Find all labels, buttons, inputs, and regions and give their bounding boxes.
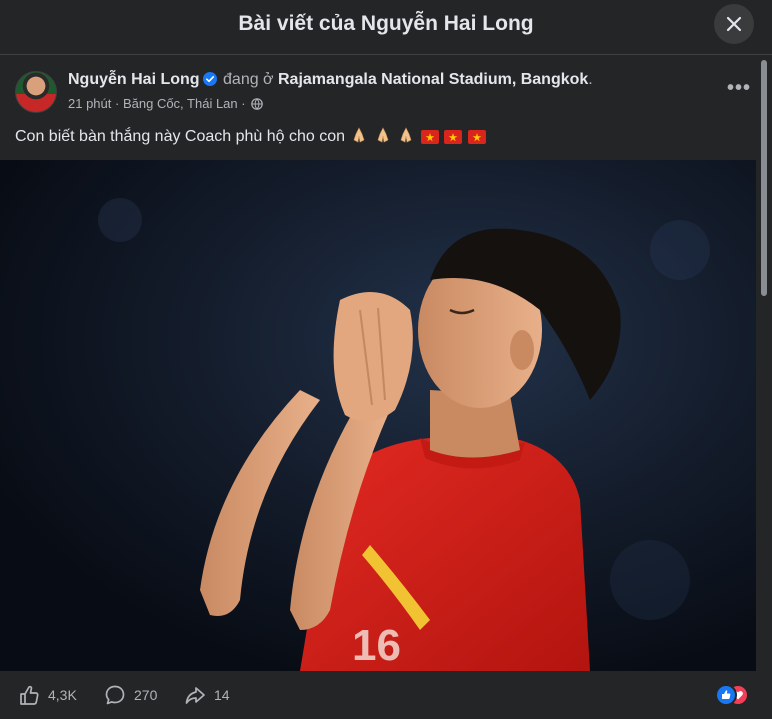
thumbs-up-icon: [20, 685, 39, 705]
close-icon: [726, 16, 742, 32]
comment-icon: [105, 685, 125, 705]
post-text: Con biết bàn thắng này Coach phù hộ cho …: [15, 126, 486, 149]
reactions-summary[interactable]: [715, 683, 760, 707]
post-place[interactable]: Băng Cốc, Thái Lan: [123, 96, 238, 111]
vietnam-flag-icon: [444, 130, 463, 149]
svg-text:16: 16: [352, 621, 401, 670]
post-caption: Con biết bàn thắng này Coach phù hộ cho …: [15, 128, 346, 145]
close-button[interactable]: [714, 4, 754, 44]
like-love-reaction-icons: [715, 684, 749, 706]
modal-header: Bài viết của Nguyễn Hai Long: [0, 0, 772, 55]
like-count: 4,3K: [48, 687, 77, 703]
post-time[interactable]: 21 phút: [68, 96, 111, 111]
at-text: đang ở: [223, 71, 274, 88]
post-header: Nguyễn Hai Long đang ở Rajamangala Natio…: [0, 56, 756, 156]
like-button[interactable]: 4,3K: [18, 681, 77, 709]
post-meta: 21 phút · Băng Cốc, Thái Lan ·: [68, 96, 264, 113]
folded-hands-icon: [350, 126, 368, 149]
location-suffix: .: [588, 71, 593, 88]
folded-hands-icon: [374, 126, 392, 149]
scrollbar[interactable]: [758, 56, 770, 671]
comment-count: 270: [134, 687, 158, 703]
scrollbar-thumb[interactable]: [761, 60, 767, 296]
author-name[interactable]: Nguyễn Hai Long: [68, 71, 200, 88]
avatar[interactable]: [15, 71, 57, 113]
more-options-button[interactable]: •••: [722, 76, 756, 100]
folded-hands-icon: [397, 126, 415, 149]
vietnam-flag-icon: [467, 130, 486, 149]
author-line: Nguyễn Hai Long đang ở Rajamangala Natio…: [68, 71, 593, 91]
vietnam-flag-icon: [420, 130, 439, 149]
comment-button[interactable]: 270: [104, 681, 157, 709]
verified-badge-icon: [202, 72, 217, 91]
location-link[interactable]: Rajamangala National Stadium, Bangkok: [278, 71, 588, 88]
modal-title: Bài viết của Nguyễn Hai Long: [238, 12, 534, 35]
post-actions-bar: 4,3K 270 14: [0, 671, 772, 719]
meta-separator: ·: [115, 96, 120, 111]
share-count: 14: [214, 687, 230, 703]
post-photo[interactable]: 16: [0, 160, 756, 671]
share-button[interactable]: 14: [184, 681, 230, 709]
player-photo-illustration: 16: [0, 160, 756, 671]
share-icon: [185, 687, 205, 704]
meta-separator: ·: [241, 96, 246, 111]
globe-icon[interactable]: [251, 98, 264, 113]
